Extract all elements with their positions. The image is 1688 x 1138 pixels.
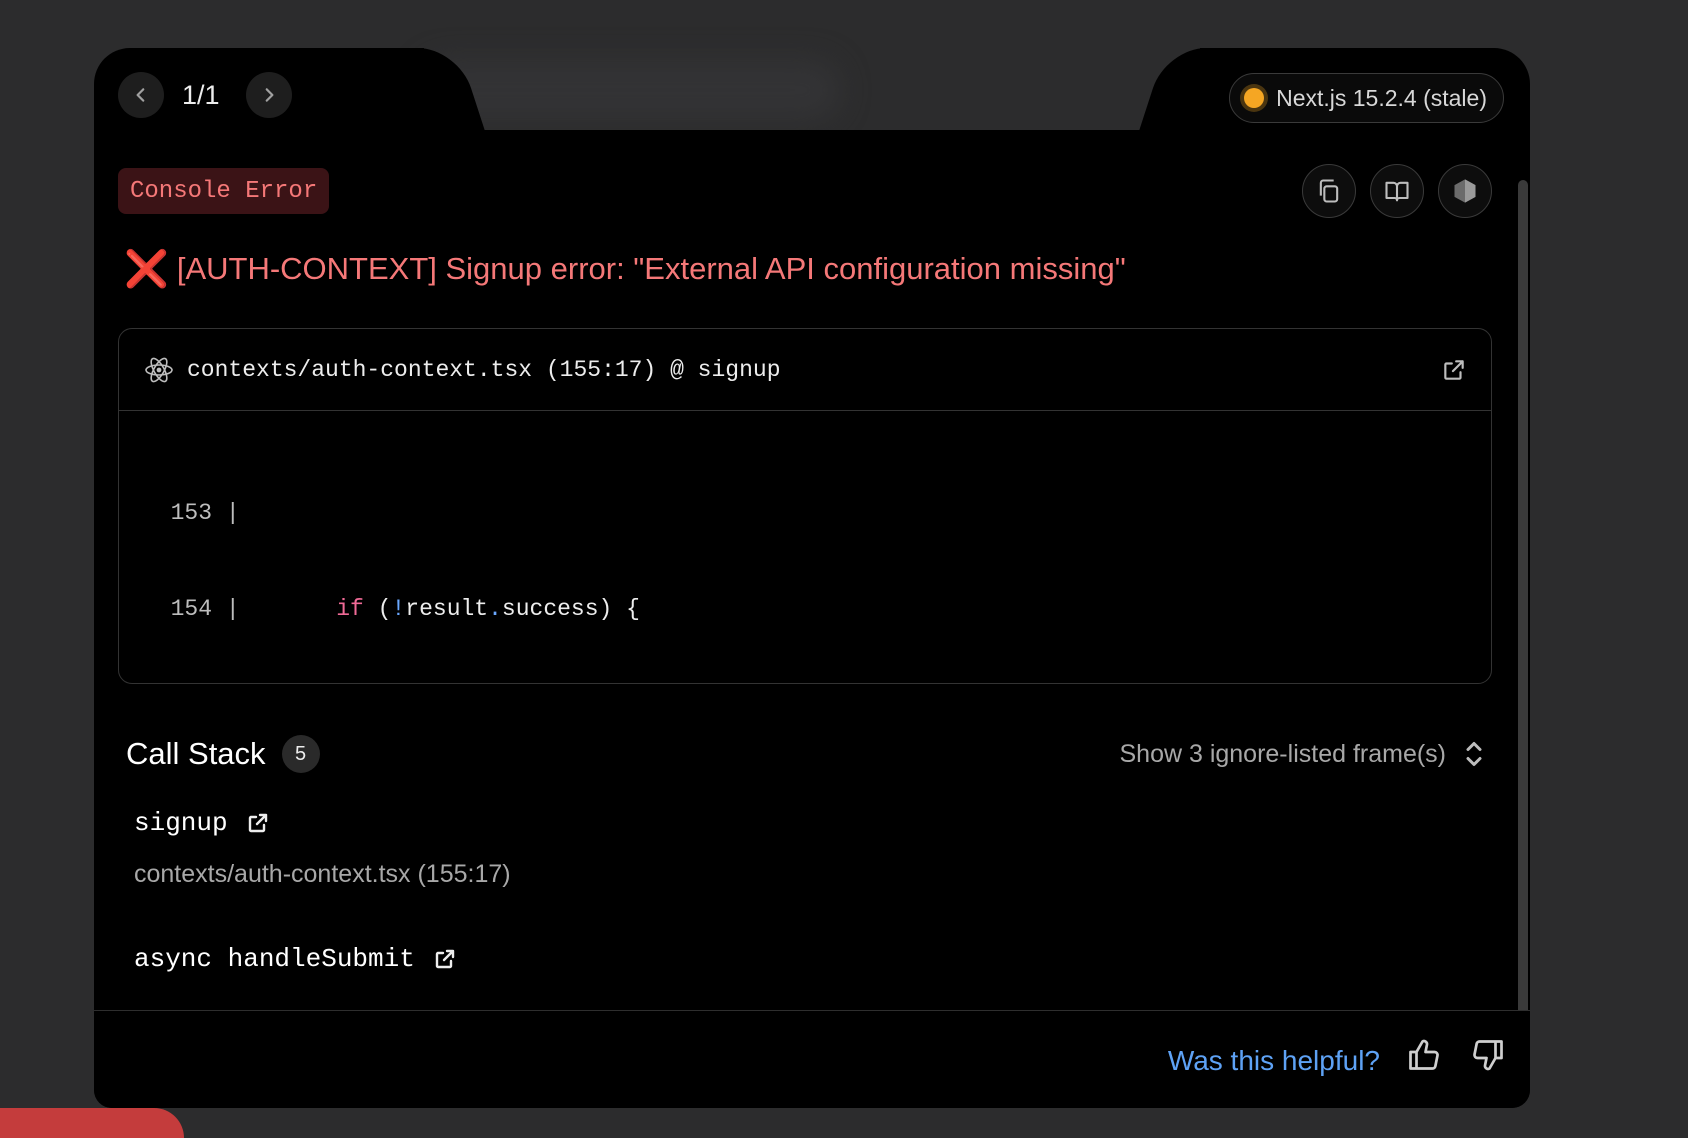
chevron-up-down-icon <box>1466 742 1482 766</box>
external-link-icon <box>1444 359 1464 380</box>
thumbs-up-button[interactable] <box>1406 1037 1446 1077</box>
next-error-button[interactable] <box>246 72 292 118</box>
error-overlay-dialog: 1/1 Next.js 15.2.4 (stale) Console Error… <box>94 48 1530 1108</box>
status-dot <box>1244 88 1265 108</box>
show-ignored-frames-label: Show 3 ignore-listed frame(s) <box>1119 739 1446 768</box>
error-pager: 1/1 <box>182 80 220 110</box>
code-line-153: 153 | <box>143 500 240 526</box>
call-stack-frame: async handleSubmit <box>134 944 457 974</box>
call-stack-frame: signup contexts/auth-context.tsx (155:17… <box>134 808 511 889</box>
previous-error-button[interactable] <box>118 72 164 118</box>
thumbs-down-icon <box>1473 1040 1503 1071</box>
version-label: Next.js 15.2.4 (stale) <box>1276 84 1487 111</box>
code-frame: contexts/auth-context.tsx (155:17) @ sig… <box>118 328 1492 684</box>
external-link-icon <box>435 949 455 969</box>
nodejs-inspector-button[interactable] <box>1438 164 1492 218</box>
book-icon <box>1385 181 1409 202</box>
error-message: ❌ [AUTH-CONTEXT] Signup error: "External… <box>124 248 1126 290</box>
frame-name-link[interactable]: signup <box>134 808 511 838</box>
external-link-icon <box>248 813 267 833</box>
chevron-left-icon <box>136 88 145 102</box>
frame-location: contexts/auth-context.tsx (155:17) <box>134 860 511 888</box>
dialog-footer: Was this helpful? <box>94 1010 1530 1108</box>
frame-name: async handleSubmit <box>134 944 415 974</box>
call-stack-title: Call Stack <box>126 736 266 771</box>
code-frame-header: contexts/auth-context.tsx (155:17) @ sig… <box>119 329 1491 411</box>
thumbs-down-button[interactable] <box>1470 1037 1510 1077</box>
code-line-154: 154 | if (!result.success) { <box>143 596 640 622</box>
error-message-text: [AUTH-CONTEXT] Signup error: "External A… <box>176 251 1126 286</box>
frame-name: signup <box>134 808 228 838</box>
issues-toast[interactable] <box>0 1108 184 1138</box>
feedback-prompt: Was this helpful? <box>1167 1045 1380 1076</box>
open-in-editor-button[interactable] <box>1441 357 1467 383</box>
copy-error-button[interactable] <box>1302 164 1356 218</box>
error-cross-icon: ❌ <box>124 248 169 289</box>
show-ignored-frames-toggle[interactable]: Show 3 ignore-listed frame(s) <box>1119 739 1486 769</box>
error-type-badge: Console Error <box>118 168 330 214</box>
docs-button[interactable] <box>1370 164 1424 218</box>
react-icon <box>143 354 175 386</box>
code-frame-source: 153 | 154 | if (!result.success) { > 155… <box>119 411 1491 683</box>
frame-name-link[interactable]: async handleSubmit <box>134 944 457 974</box>
chevron-right-icon <box>265 88 274 102</box>
call-stack-count-badge: 5 <box>281 735 320 773</box>
thumbs-up-icon <box>1409 1039 1439 1070</box>
code-frame-file-label: contexts/auth-context.tsx (155:17) @ sig… <box>187 356 781 383</box>
version-indicator[interactable]: Next.js 15.2.4 (stale) <box>1229 73 1504 123</box>
hexagon-icon <box>1454 179 1476 203</box>
copy-icon <box>1319 179 1339 203</box>
scrollbar[interactable] <box>1518 180 1528 1058</box>
call-stack-header: Call Stack 5 Show 3 ignore-listed frame(… <box>126 728 1486 780</box>
